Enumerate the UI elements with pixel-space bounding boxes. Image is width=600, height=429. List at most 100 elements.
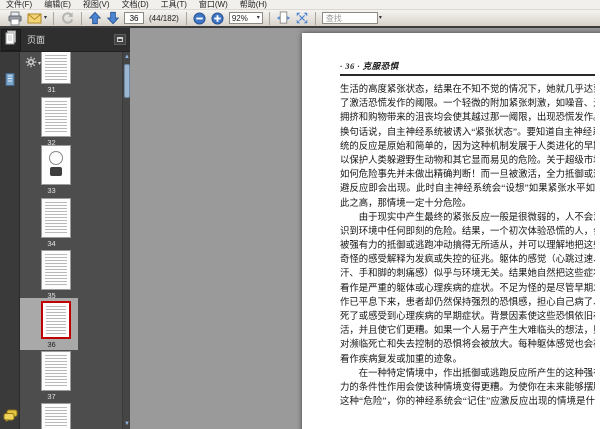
text-line: 死了或感受到心理疾病的早期症状。背景因素使这些恐惧依旧存 — [340, 312, 595, 322]
running-head: · 36 · 克服恐惧 — [340, 61, 399, 71]
thumbnail-page-36-selected[interactable]: 36 — [20, 298, 78, 350]
thumbnail-page-34[interactable]: 34 — [25, 198, 78, 248]
zoom-in-button[interactable] — [210, 11, 226, 26]
thumbnail-page-31[interactable]: 31 — [25, 52, 78, 94]
document-page-36[interactable]: · 36 · 克服恐惧 生活的高度紧张状态，结果在不知不觉的情况下，她就几乎达到… — [302, 33, 600, 429]
menu-item[interactable]: 窗口(W) — [193, 0, 234, 10]
print-button[interactable] — [6, 11, 24, 26]
thumbnail-label: 36 — [47, 340, 56, 349]
next-page-button[interactable] — [105, 11, 121, 26]
text-line: 奇怪的感受解释为发疯或失控的征兆。躯体的感觉（心跳过速、出 — [340, 255, 595, 266]
thumbnail-page-32[interactable]: 32 — [25, 97, 78, 147]
zoom-level-select[interactable]: 92% ▾ — [228, 12, 263, 24]
pages-panel-header: 页面 — [0, 28, 130, 52]
nav-icon-strip — [0, 52, 20, 429]
thumbnail-label: 33 — [47, 186, 56, 195]
fit-page-button[interactable] — [294, 11, 310, 26]
fit-width-button[interactable] — [275, 11, 292, 26]
thumbnail-image — [41, 403, 71, 429]
text-line: 以保护人类躲避野生动物和其它显而易见的危险。关于超级市场 — [340, 155, 595, 166]
text-line: 换句话说，自主神经系统被诱入“紧张状态”。要知道自主神经系 — [340, 127, 595, 138]
text-line: 拥挤和购物带来的沮丧均会使其越过那一阈限，出现恐慌发作。 — [340, 113, 595, 124]
menu-item[interactable]: 视图(V) — [77, 0, 116, 10]
thumbnails-panel: ▾ 31 32 33 34 35 36 37 — [20, 52, 122, 429]
menu-item[interactable]: 文档(D) — [116, 0, 155, 10]
menu-item[interactable]: 文件(F) — [0, 0, 38, 10]
toolbar-separator — [268, 11, 270, 25]
running-head-rule — [340, 74, 595, 76]
search-options-caret[interactable]: ▾ — [379, 15, 382, 21]
zoom-in-icon — [211, 11, 224, 25]
toolbar-separator — [185, 11, 187, 25]
thumbnail-label: 37 — [47, 392, 56, 401]
thumbnail-image — [41, 52, 71, 84]
fit-width-icon — [276, 11, 291, 25]
text-line: 识到环境中任何即刻的危险。结果，一个初次体验恐慌的人，会 — [340, 226, 595, 237]
text-line: 生活的高度紧张状态，结果在不知不觉的情况下，她就几乎达到 — [340, 85, 595, 95]
text-line: 避反应即会出现。此时自主神经系统会“设想”如果紧张水平如 — [340, 184, 595, 195]
previous-page-button[interactable] — [87, 11, 103, 26]
text-line: 作已平息下来，患者却仍然保持强烈的恐惧感，担心自己病了、要 — [340, 297, 595, 308]
search-input[interactable] — [321, 12, 378, 24]
thumbnail-image — [41, 97, 71, 137]
toolbar-separator — [314, 11, 316, 25]
text-line: 看作是严重的躯体或心理疾病的症状。不足为怪的是尽管早期发 — [340, 283, 595, 294]
scroll-down-arrow-icon[interactable]: ▼ — [123, 419, 131, 429]
comments-icon — [3, 409, 18, 427]
comments-tab[interactable] — [3, 409, 18, 427]
text-line: 力的条件性作用会使该种情境变得更糟。为使你在未来能够摆脱 — [340, 382, 595, 393]
document-canvas[interactable]: · 36 · 克服恐惧 生活的高度紧张状态，结果在不知不觉的情况下，她就几乎达到… — [131, 28, 600, 429]
panel-menu-icon — [117, 37, 123, 42]
menu-item[interactable]: 工具(T) — [155, 0, 193, 10]
thumbnail-label: 31 — [47, 85, 56, 94]
text-line: 这种“危险”，你的神经系统会“记住”应激反应出现的情境是什 — [340, 397, 595, 408]
page-indicator: (44/182) — [149, 13, 179, 23]
text-line: 在一种特定情境中，作出抵御或逃跑反应所产生的这种强有 — [340, 368, 595, 379]
menu-item[interactable]: 编辑(E) — [38, 0, 77, 10]
thumbnail-page-35[interactable]: 35 — [25, 250, 78, 300]
text-line: 由于现实中产生最终的紧张反应一般是很微弱的，人不会意 — [340, 212, 595, 223]
scrollbar-thumb[interactable] — [124, 64, 130, 98]
pdf-reader-window: 文件(F) 编辑(E) 视图(V) 文档(D) 工具(T) 窗口(W) 帮助(H) ▾ — [0, 0, 600, 429]
scroll-up-arrow-icon[interactable]: ▲ — [123, 52, 131, 62]
thumbnail-image — [41, 351, 71, 391]
chevron-down-icon: ▾ — [256, 15, 260, 21]
arrow-up-icon — [88, 11, 102, 25]
text-line: 此之高，那情境一定十分危险。 — [340, 198, 472, 209]
page-text: 生活的高度紧张状态，结果在不知不觉的情况下，她就几乎达到 了激活恐慌发作的阈限。一… — [340, 83, 595, 409]
pages-panel-title: 页面 — [27, 35, 46, 45]
zoom-level-value: 92% — [231, 13, 248, 23]
text-line: 统的反应是原始和简单的，因为这种机制发展于人类进化的早期 — [340, 141, 595, 152]
thumbnail-image — [41, 250, 71, 290]
printer-icon — [7, 11, 23, 26]
text-line: 了激活恐慌发作的阈限。一个轻微的附加紧张刺激，如噪音、光、 — [340, 99, 595, 110]
navigation-sidebar: 页面 ▾ 31 32 33 34 35 36 37 ▲ ▼ — [0, 28, 130, 429]
previous-view-icon — [60, 11, 75, 26]
pages-tab-selected[interactable] — [1, 28, 21, 51]
text-line: 对濒临死亡和失去控制的恐惧将会被放大。每种躯体感觉也会被 — [340, 340, 595, 351]
thumbnail-image — [41, 301, 71, 339]
panel-menu-button[interactable] — [114, 34, 126, 45]
thumbnails-scrollbar[interactable]: ▲ ▼ — [122, 52, 130, 429]
zoom-out-icon — [193, 11, 206, 25]
text-line: 汗、手和脚的刺痛感）似乎与环境无关。结果她自然把这些症状 — [340, 269, 595, 280]
previous-view-button-disabled[interactable] — [59, 11, 76, 26]
email-button[interactable]: ▾ — [26, 11, 48, 26]
thumbnail-page-37[interactable]: 37 — [25, 351, 78, 401]
menu-item[interactable]: 帮助(H) — [234, 0, 273, 10]
bookmarks-tab[interactable] — [3, 73, 17, 90]
fit-page-icon — [295, 11, 309, 25]
thumbnail-image — [41, 145, 71, 185]
thumbnail-page-38[interactable] — [25, 403, 78, 429]
page-number-input[interactable] — [124, 12, 145, 24]
text-line: 被强有力的抵御或逃跑冲动搞得无所适从，并可以理解地把这些 — [340, 241, 595, 252]
pages-icon — [5, 30, 17, 50]
thumbnail-page-33[interactable]: 33 — [25, 145, 78, 195]
menu-bar: 文件(F) 编辑(E) 视图(V) 文档(D) 工具(T) 窗口(W) 帮助(H) — [0, 0, 600, 10]
arrow-down-icon — [106, 11, 120, 25]
zoom-out-button[interactable] — [192, 11, 208, 26]
thumbnail-label: 34 — [47, 239, 56, 248]
toolbar: ▾ (44/182) — [0, 10, 600, 28]
text-line: 如何危险事先并未做出精确判断！而一旦被激活，全力抵御或逃 — [340, 170, 595, 181]
email-dropdown-caret[interactable]: ▾ — [44, 15, 47, 21]
